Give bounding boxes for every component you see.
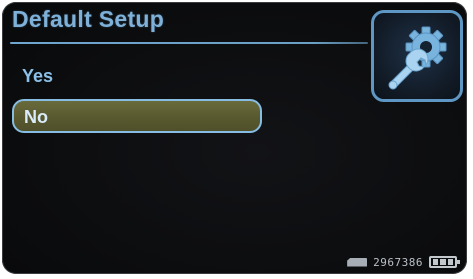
memory-card-icon	[347, 257, 368, 267]
menu-item-no[interactable]: No	[12, 99, 262, 133]
battery-icon	[429, 256, 460, 268]
device-screen: Default Setup Yes No 2967386	[2, 2, 467, 274]
battery-cell	[447, 259, 453, 265]
menu-item-label: Yes	[22, 66, 54, 86]
free-space-readout: 2967386	[373, 255, 423, 269]
battery-cell	[433, 259, 439, 265]
menu-item-yes[interactable]: Yes	[12, 60, 262, 94]
title-divider	[10, 42, 368, 44]
menu-item-label: No	[24, 107, 48, 127]
battery-cell	[440, 259, 446, 265]
page-title: Default Setup	[12, 6, 165, 32]
status-bar: 2967386	[347, 254, 460, 270]
wrench-gear-icon	[371, 10, 463, 102]
